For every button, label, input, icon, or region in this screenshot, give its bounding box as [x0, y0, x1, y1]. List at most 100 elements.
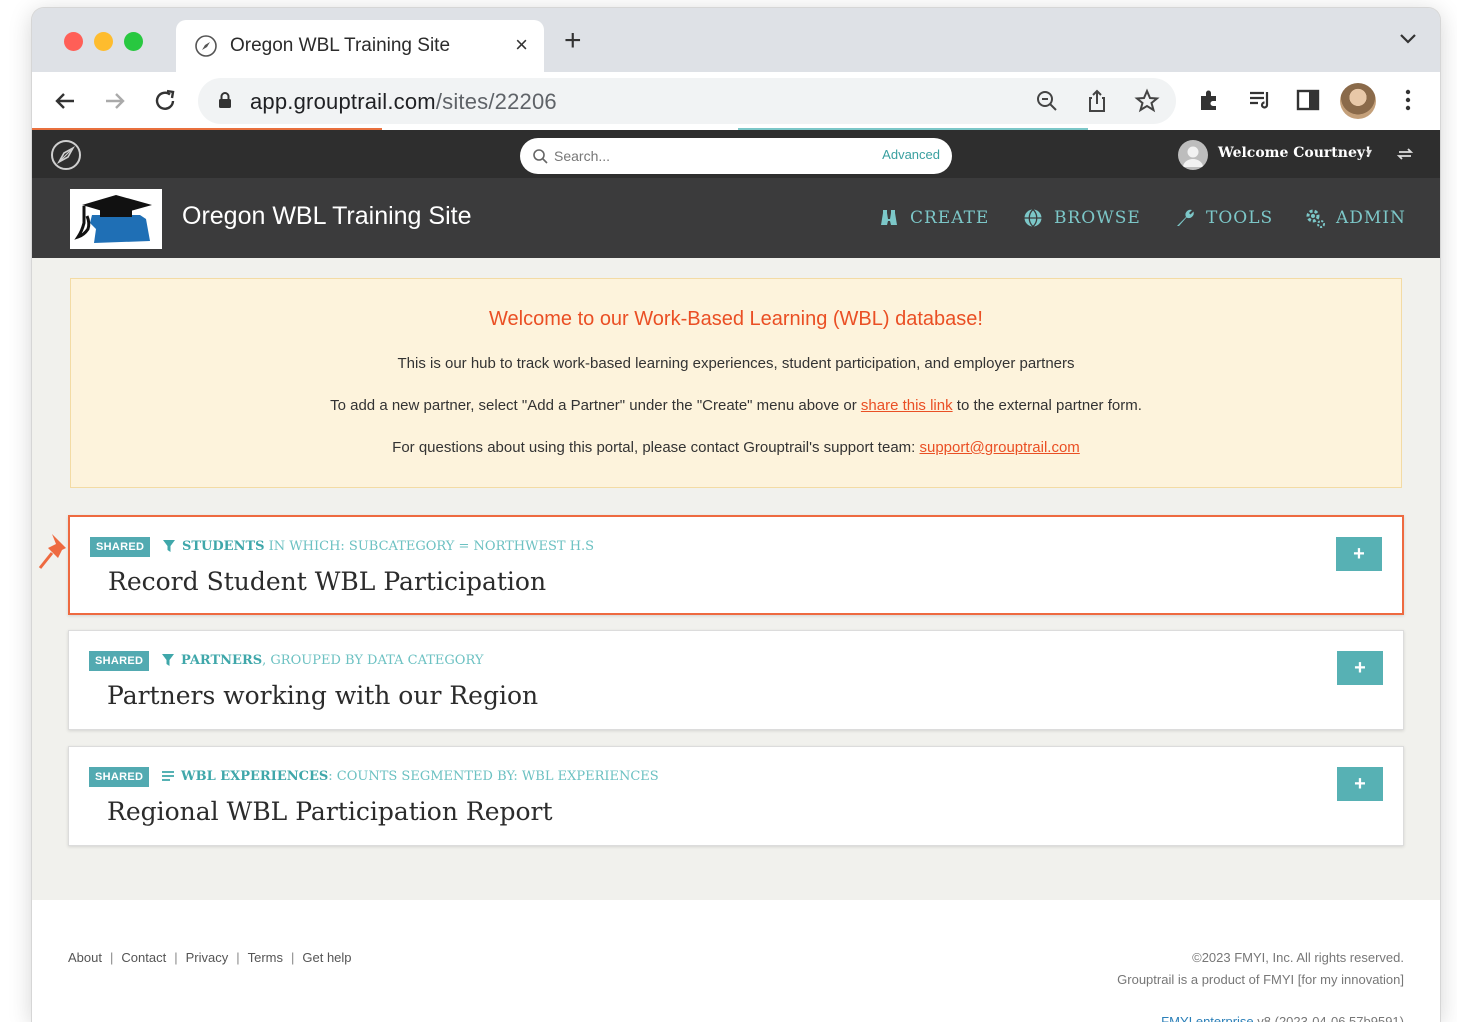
card-meta-criteria: IN WHICH: SUBCATEGORY = NORTHWEST H.S	[264, 539, 595, 554]
zoom-icon[interactable]	[1034, 88, 1060, 114]
support-email-link[interactable]: support@grouptrail.com	[920, 439, 1080, 456]
back-arrow-icon[interactable]	[50, 86, 80, 116]
site-header: Oregon WBL Training Site CREATE BROWSE T…	[32, 178, 1440, 258]
footer-separator: |	[236, 950, 240, 965]
chevron-down-icon[interactable]	[1398, 32, 1418, 46]
gears-icon	[1306, 209, 1325, 228]
footer-separator: |	[174, 950, 178, 965]
search-icon	[533, 149, 548, 164]
binoculars-icon	[881, 210, 897, 225]
footer-link-about[interactable]: About	[68, 950, 102, 965]
shared-badge: SHARED	[89, 767, 150, 787]
saved-search-card[interactable]: SHARED STUDENTS IN WHICH: SUBCATEGORY = …	[68, 515, 1404, 615]
globe-icon	[1024, 209, 1042, 227]
card-meta: PARTNERS, GROUPED BY DATA CATEGORY	[161, 651, 483, 669]
list-icon	[162, 771, 174, 781]
star-icon[interactable]	[1134, 88, 1160, 114]
card-meta-criteria: , GROUPED BY DATA CATEGORY	[262, 653, 484, 668]
tab-strip: Oregon WBL Training Site × +	[32, 8, 1440, 72]
banner-line-3: For questions about using this portal, p…	[71, 439, 1401, 456]
site-title[interactable]: Oregon WBL Training Site	[182, 202, 472, 231]
card-meta-entity[interactable]: WBL EXPERIENCES	[181, 769, 328, 784]
nav-admin[interactable]: ADMIN	[1304, 207, 1406, 229]
url-text[interactable]: app.grouptrail.com/sites/22206	[250, 89, 557, 115]
maximize-window-button[interactable]	[124, 32, 143, 51]
reload-icon[interactable]	[150, 86, 180, 116]
card-meta-criteria: : COUNTS SEGMENTED BY: WBL EXPERIENCES	[328, 769, 659, 784]
card-title[interactable]: Regional WBL Participation Report	[107, 797, 553, 826]
footer-link-contact[interactable]: Contact	[121, 950, 166, 965]
saved-search-card[interactable]: SHARED PARTNERS, GROUPED BY DATA CATEGOR…	[68, 630, 1404, 730]
copyright-text: ©2023 FMYI, Inc. All rights reserved.	[1192, 950, 1404, 965]
address-bar[interactable]: app.grouptrail.com/sites/22206	[198, 78, 1176, 124]
browser-toolbar: app.grouptrail.com/sites/22206	[32, 72, 1440, 130]
extensions-icon[interactable]	[1196, 86, 1224, 114]
fmyi-enterprise-link[interactable]: FMYI enterprise	[1161, 1014, 1253, 1022]
lock-icon	[219, 92, 231, 108]
tab-title: Oregon WBL Training Site	[230, 35, 451, 56]
shared-badge: SHARED	[90, 537, 151, 557]
nav-admin-label: ADMIN	[1336, 208, 1406, 228]
browser-window: Oregon WBL Training Site × + app.grouptr…	[32, 8, 1440, 1022]
saved-report-card[interactable]: SHARED WBL EXPERIENCES: COUNTS SEGMENTED…	[68, 746, 1404, 846]
banner-line-2-text-end: to the external partner form.	[952, 397, 1142, 414]
oregon-graduation-cap-logo[interactable]	[70, 189, 162, 249]
filter-icon	[162, 654, 174, 666]
card-meta: WBL EXPERIENCES: COUNTS SEGMENTED BY: WB…	[161, 767, 659, 785]
card-title[interactable]: Partners working with our Region	[107, 681, 538, 710]
side-panel-icon[interactable]	[1294, 86, 1322, 114]
welcome-user-text[interactable]: Welcome Courtney!	[1218, 145, 1371, 161]
reading-list-icon[interactable]	[1246, 86, 1274, 114]
version-number: v8 (2023-04-06 57b9591)	[1253, 1014, 1404, 1022]
add-record-button[interactable]: +	[1337, 767, 1383, 801]
footer-separator: |	[290, 950, 295, 965]
banner-line-3-text: For questions about using this portal, p…	[392, 439, 920, 456]
footer-link-terms[interactable]: Terms	[248, 950, 283, 965]
add-record-button[interactable]: +	[1336, 537, 1382, 571]
share-icon[interactable]	[1084, 88, 1110, 114]
card-meta-entity[interactable]: PARTNERS	[181, 653, 262, 668]
nav-create[interactable]: CREATE	[878, 207, 989, 229]
footer-links: About | Contact | Privacy | Terms | Get …	[68, 950, 352, 965]
forward-arrow-icon[interactable]	[100, 86, 130, 116]
advanced-search-link[interactable]: Advanced	[882, 147, 940, 162]
tab-close-icon[interactable]: ×	[515, 32, 528, 58]
more-menu-icon[interactable]	[1394, 86, 1422, 114]
search-input[interactable]	[554, 144, 864, 168]
wrench-icon	[1177, 209, 1194, 226]
share-this-link[interactable]: share this link	[861, 397, 953, 414]
banner-title: Welcome to our Work-Based Learning (WBL)…	[489, 308, 983, 330]
user-menu-caret-icon[interactable]: ▾	[1366, 145, 1372, 159]
nav-browse[interactable]: BROWSE	[1022, 207, 1141, 229]
nav-create-label: CREATE	[910, 208, 990, 228]
nav-browse-label: BROWSE	[1054, 208, 1141, 228]
card-meta-entity[interactable]: STUDENTS	[182, 539, 265, 554]
global-search: Advanced	[520, 138, 952, 174]
banner-line-1: This is our hub to track work-based lear…	[397, 355, 1075, 372]
product-line-text: Grouptrail is a product of FMYI [for my …	[1117, 972, 1404, 987]
footer-separator: |	[109, 950, 114, 965]
profile-avatar[interactable]	[1340, 83, 1376, 119]
app-topbar: Advanced Welcome Courtney! ▾	[32, 130, 1440, 178]
user-avatar-icon[interactable]	[1178, 140, 1208, 170]
compass-icon	[195, 35, 217, 57]
footer-link-privacy[interactable]: Privacy	[186, 950, 229, 965]
card-title[interactable]: Record Student WBL Participation	[108, 567, 546, 596]
add-record-button[interactable]: +	[1337, 651, 1383, 685]
close-window-button[interactable]	[64, 32, 83, 51]
browser-tab[interactable]: Oregon WBL Training Site ×	[176, 20, 544, 72]
nav-tools-label: TOOLS	[1206, 208, 1274, 228]
welcome-banner: Welcome to our Work-Based Learning (WBL)…	[70, 278, 1402, 488]
minimize-window-button[interactable]	[94, 32, 113, 51]
card-meta: STUDENTS IN WHICH: SUBCATEGORY = NORTHWE…	[162, 537, 594, 555]
banner-line-2-text: To add a new partner, select "Add a Part…	[330, 397, 861, 414]
new-tab-button[interactable]: +	[564, 26, 582, 56]
filter-icon	[163, 540, 175, 552]
switch-account-icon[interactable]	[1396, 146, 1414, 162]
page-footer: About | Contact | Privacy | Terms | Get …	[32, 900, 1440, 1022]
grouptrail-compass-logo[interactable]	[50, 139, 82, 171]
shared-badge: SHARED	[89, 651, 150, 671]
footer-link-get-help[interactable]: Get help	[302, 950, 351, 965]
version-text: FMYI enterprise v8 (2023-04-06 57b9591)	[1161, 1014, 1404, 1022]
nav-tools[interactable]: TOOLS	[1174, 207, 1273, 229]
